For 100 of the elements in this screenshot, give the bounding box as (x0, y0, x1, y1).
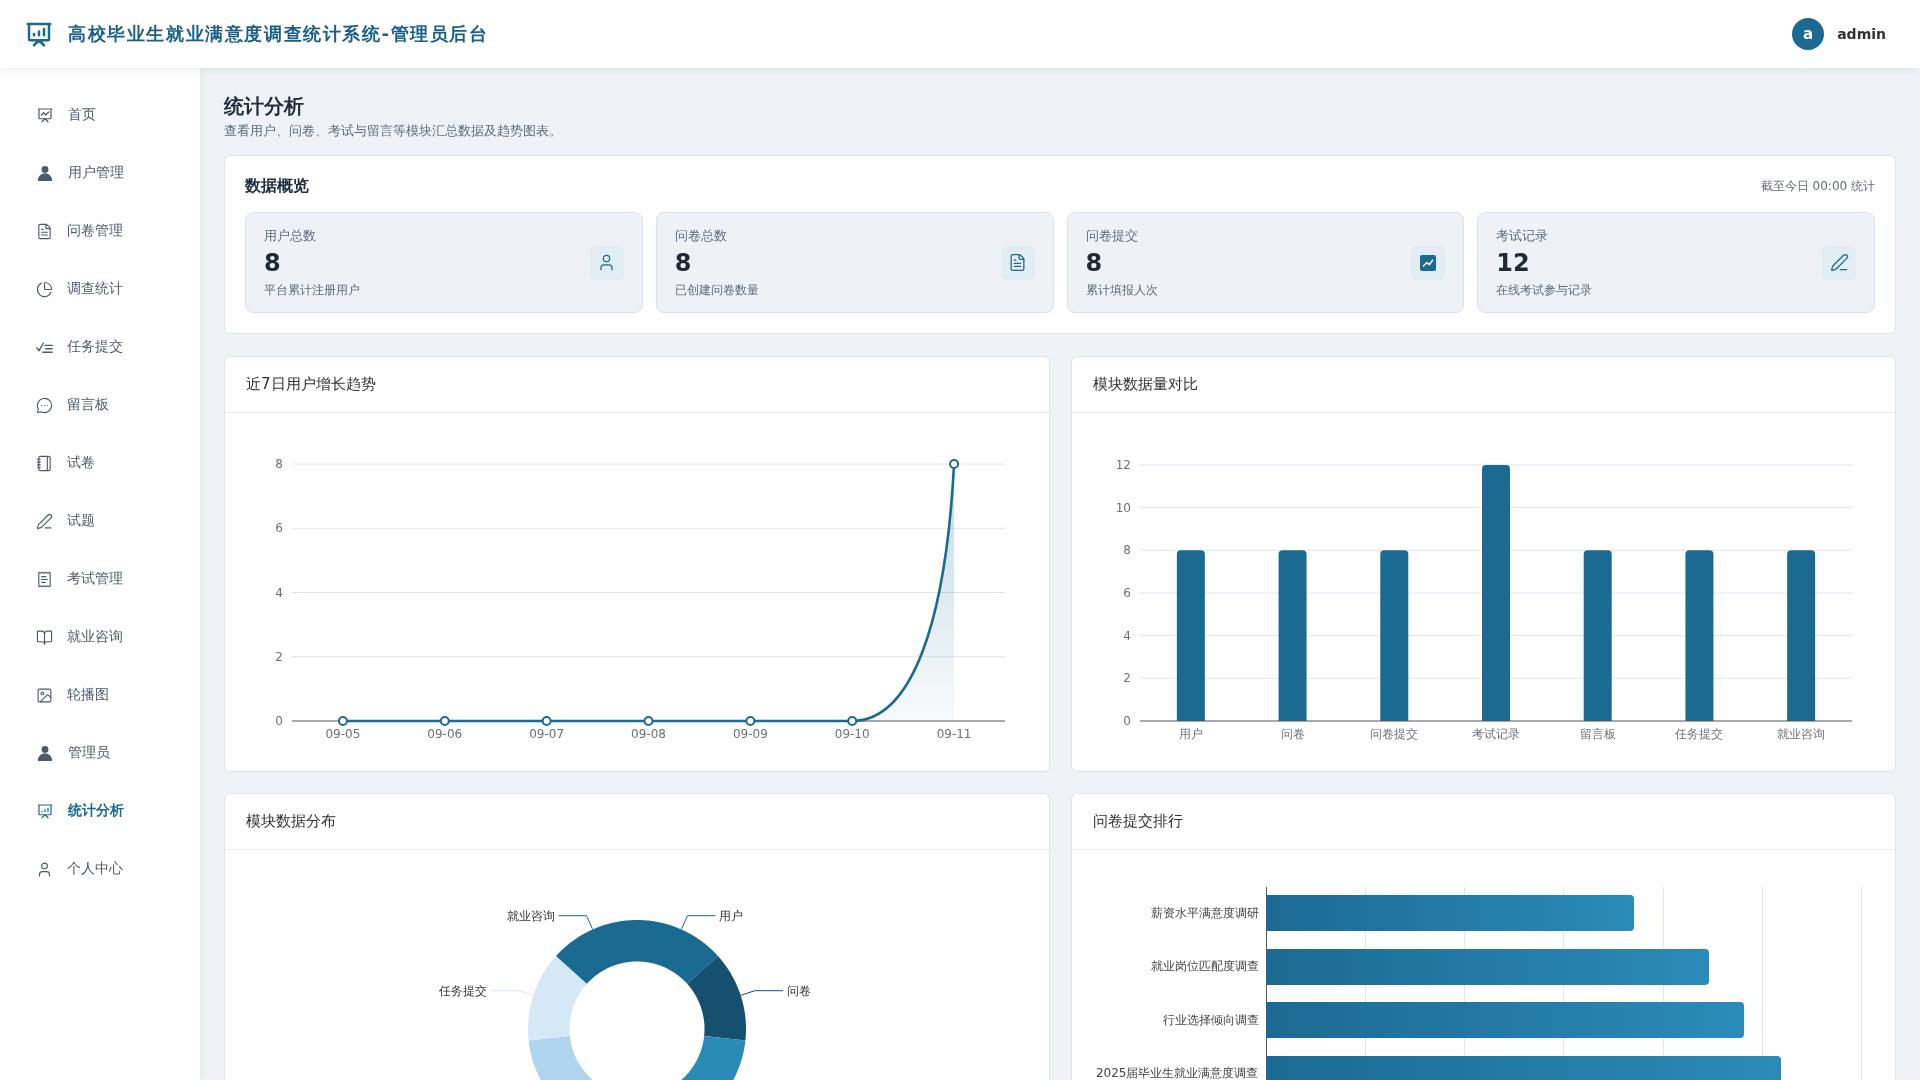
axis-label: 就业咨询 (1776, 727, 1825, 741)
axis-label: 09-11 (936, 727, 972, 741)
sidebar-item[interactable]: 问卷管理 (0, 202, 200, 260)
stat-description: 已创建问卷数量 (674, 281, 759, 298)
chat-bubble-icon (36, 396, 53, 414)
stat-description: 平台累计注册用户 (264, 281, 360, 298)
axis-label: 8 (1122, 543, 1131, 558)
sidebar-item[interactable]: 试题 (0, 492, 200, 550)
bar-label: 2025届毕业生就业满意度调查 (1094, 1065, 1259, 1080)
axis-label: 考试记录 (1471, 727, 1520, 741)
axis-label: 09-10 (834, 727, 870, 741)
card-title: 模块数据分布 (246, 812, 336, 831)
pen-icon (36, 512, 53, 530)
axis-label: 09-05 (325, 727, 361, 741)
document-icon (36, 570, 53, 588)
sidebar-item[interactable]: 留言板 (0, 376, 200, 434)
leader-line (680, 915, 716, 930)
axis-label: 6 (1122, 586, 1131, 600)
axis-label: 0 (275, 714, 283, 728)
axis-label: 6 (275, 521, 283, 536)
bar-label: 行业选择倾向调查 (1161, 1011, 1259, 1029)
axis-label: 09-07 (529, 727, 565, 741)
user-icon (36, 164, 54, 182)
sidebar-item[interactable]: 考试管理 (0, 550, 200, 608)
notebook-icon (36, 454, 53, 472)
data-point (439, 716, 450, 726)
data-point (541, 716, 552, 726)
image-icon (36, 686, 53, 704)
axis-label: 留言板 (1579, 727, 1616, 741)
slice-label: 任务提交 (439, 983, 488, 998)
sidebar-item[interactable]: 就业咨询 (0, 608, 200, 666)
presentation-chart-icon (36, 802, 54, 820)
axis-label: 8 (275, 457, 283, 471)
axis-label: 10 (1115, 500, 1131, 515)
leader-line (490, 990, 534, 996)
sidebar-item[interactable]: 试卷 (0, 434, 200, 492)
sidebar-item[interactable]: 统计分析 (0, 782, 200, 840)
slice-label: 用户 (719, 908, 744, 923)
user-avatar[interactable]: a (1792, 18, 1825, 50)
stat-description: 在线考试参与记录 (1496, 281, 1593, 298)
data-point (643, 716, 654, 726)
checklist-icon (36, 340, 53, 354)
stat-label: 问卷提交 (1085, 227, 1139, 244)
axis-label: 09-08 (631, 727, 666, 741)
stat-value: 8 (674, 248, 693, 277)
bar-label: 就业岗位匹配度调查 (1149, 958, 1259, 975)
stat-label: 用户总数 (264, 227, 317, 244)
sidebar-item[interactable]: 管理员 (0, 724, 200, 782)
app-title: 高校毕业生就业满意度调查统计系统-管理员后台 (68, 22, 489, 46)
axis-label: 09-06 (427, 727, 463, 741)
bar-label: 薪资水平满意度调研 (1149, 904, 1259, 922)
axis-label: 0 (1122, 714, 1131, 728)
presentation-chart-icon (36, 106, 54, 124)
stat-label: 问卷总数 (674, 227, 728, 244)
user-icon (36, 860, 53, 878)
stat-value: 12 (1496, 248, 1531, 277)
axis-label: 4 (275, 585, 283, 600)
card-title: 模块数据量对比 (1092, 375, 1198, 394)
leader-line (558, 915, 594, 930)
stat-description: 累计填报人次 (1085, 281, 1158, 298)
axis-label: 问卷提交 (1369, 727, 1418, 741)
axis-label: 09-09 (732, 727, 768, 741)
stat-value: 8 (264, 248, 282, 277)
sidebar-item[interactable]: 首页 (0, 86, 200, 144)
stat-value: 8 (1085, 248, 1104, 277)
slice-label: 问卷 (786, 983, 811, 998)
stat-label: 考试记录 (1496, 227, 1550, 244)
card-title: 问卷提交排行 (1092, 812, 1183, 831)
page-title: 统计分析 (224, 93, 305, 119)
axis-label: 12 (1115, 458, 1131, 472)
axis-label: 问卷 (1280, 727, 1305, 741)
data-point (337, 716, 348, 726)
sidebar-item[interactable]: 任务提交 (0, 318, 200, 376)
open-book-icon (36, 628, 53, 646)
data-point (745, 716, 756, 726)
section-title: 数据概览 (245, 176, 309, 196)
data-point (949, 459, 960, 469)
sidebar-item[interactable]: 调查统计 (0, 260, 200, 318)
pen-icon (1822, 245, 1856, 280)
page-subtitle: 查看用户、问卷、考试与留言等模块汇总数据及趋势图表。 (224, 123, 563, 139)
stats-note: 截至今日 00:00 统计 (1760, 177, 1875, 195)
axis-label: 2 (1122, 671, 1131, 686)
data-point (847, 716, 858, 726)
axis-label: 用户 (1178, 727, 1203, 741)
leader-line (740, 990, 784, 996)
axis-label: 4 (1122, 628, 1131, 643)
sidebar-item[interactable]: 用户管理 (0, 144, 200, 202)
axis-label: 任务提交 (1674, 727, 1723, 741)
sidebar-item[interactable]: 轮播图 (0, 666, 200, 724)
user-icon (589, 245, 624, 280)
chart-icon (1411, 245, 1446, 280)
document-icon (1000, 245, 1035, 280)
user-name: admin (1837, 26, 1886, 42)
sidebar-item[interactable]: 个人中心 (0, 840, 200, 898)
axis-label: 2 (275, 649, 283, 664)
user-icon (36, 744, 54, 762)
document-icon (36, 222, 53, 240)
pie-chart-icon (36, 280, 53, 298)
card-title: 近7日用户增长趋势 (246, 375, 376, 394)
slice-label: 就业咨询 (506, 908, 555, 923)
